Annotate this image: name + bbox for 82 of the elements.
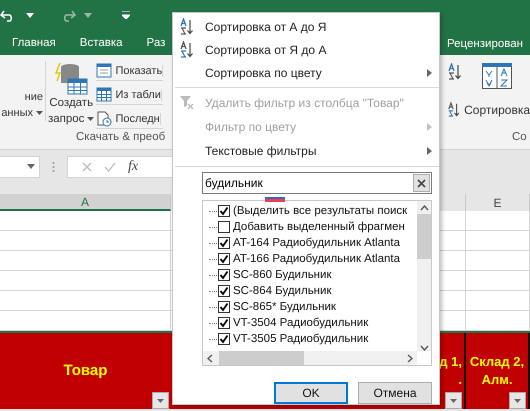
checkbox[interactable]	[218, 221, 230, 233]
ribbon-tab[interactable]: Вставка	[80, 36, 123, 48]
cancel-button[interactable]: Отмена	[358, 382, 432, 404]
list-item[interactable]: (Выделить все результаты поиск	[203, 203, 417, 219]
menu-item[interactable]: Текстовые фильтры	[173, 139, 439, 163]
filter-dropdown-button[interactable]	[445, 392, 462, 409]
table-window-icon[interactable]	[96, 62, 112, 78]
caret-icon[interactable]	[36, 111, 43, 115]
ok-button[interactable]: OK	[274, 382, 348, 404]
list-item[interactable]: SC-865* Будильник	[203, 299, 417, 315]
ribbon-group-label: Скачать & преоб	[76, 131, 166, 143]
sort-descending-icon	[179, 41, 194, 58]
checkbox[interactable]	[218, 301, 230, 313]
header-cell-text: Товар	[64, 362, 108, 380]
ribbon-tab[interactable]: Рецензирован	[447, 38, 523, 50]
sort-ascending-icon[interactable]	[447, 63, 462, 80]
ribbon-button-label[interactable]: Последн	[115, 112, 161, 124]
sort-descending-icon[interactable]	[447, 101, 460, 118]
ribbon-tab[interactable]: Раз	[146, 36, 166, 48]
list-item[interactable]: Добавить выделенный фрагмен	[203, 219, 417, 235]
checkbox[interactable]	[218, 317, 230, 329]
close-icon	[417, 178, 426, 188]
submenu-arrow-icon	[427, 69, 432, 77]
sort-ascending-icon	[179, 18, 194, 35]
insert-function-button[interactable]: fx	[128, 158, 138, 174]
language-flag-icon	[265, 194, 285, 202]
grip-icon	[52, 160, 55, 172]
caret-icon[interactable]	[87, 117, 94, 121]
name-box[interactable]	[0, 156, 40, 178]
ribbon-button-label[interactable]: запрос	[48, 111, 84, 127]
sort-button[interactable]: Сортировка	[464, 102, 530, 116]
dropdown-icon[interactable]	[26, 12, 34, 18]
header-cell-text: Алм.	[482, 371, 512, 389]
menu-item[interactable]: Сортировка от Я до А	[173, 38, 439, 61]
ribbon-button-label[interactable]: Создать	[49, 95, 94, 111]
horizontal-scrollbar[interactable]	[203, 351, 417, 365]
scrollbar-thumb[interactable]	[219, 351, 304, 365]
list-item[interactable]: AT-164 Радиобудильник Atlanta	[203, 235, 417, 251]
ribbon-button-label[interactable]: анных	[1, 105, 33, 121]
check-icon[interactable]	[104, 162, 116, 172]
checkbox[interactable]	[218, 333, 230, 345]
filter-dropdown-button[interactable]	[152, 392, 169, 409]
menu-item[interactable]: Сортировка от А до Я	[173, 15, 439, 38]
customize-toolbar-icon[interactable]	[122, 11, 130, 19]
sort-dialog-icon[interactable]	[482, 63, 512, 89]
search-input[interactable]: будильник	[203, 176, 413, 190]
checkbox[interactable]	[218, 269, 230, 281]
scroll-left-icon[interactable]	[207, 354, 213, 362]
clear-search-button[interactable]	[413, 174, 430, 192]
header-cell-text: .	[458, 371, 462, 389]
document-clock-icon[interactable]	[96, 110, 112, 126]
filter-dropdown-button[interactable]	[509, 392, 526, 409]
checkbox[interactable]	[218, 205, 230, 217]
dropdown-icon[interactable]	[27, 164, 35, 169]
header-cell-text: д 1,	[439, 353, 462, 371]
dropdown-icon	[84, 12, 92, 18]
vertical-scrollbar[interactable]	[417, 201, 431, 351]
scroll-right-icon[interactable]	[407, 354, 413, 362]
ribbon-tab[interactable]: Главная	[12, 36, 56, 48]
submenu-arrow-icon	[427, 123, 432, 131]
list-item[interactable]: VT-3505 Радиобудильник	[203, 331, 417, 347]
ribbon-group-label: Со	[512, 131, 527, 143]
checkbox[interactable]	[218, 285, 230, 297]
clear-filter-icon	[179, 94, 195, 110]
submenu-arrow-icon	[427, 147, 432, 155]
checkbox[interactable]	[218, 253, 230, 265]
header-cell-text: Склад 2,	[470, 353, 524, 371]
table-icon[interactable]	[96, 86, 112, 102]
database-table-icon[interactable]	[54, 61, 88, 95]
ribbon-button-label[interactable]: ние	[24, 89, 43, 105]
list-item[interactable]: SC-864 Будильник	[203, 283, 417, 299]
ribbon-button-label[interactable]: Показать	[115, 64, 164, 76]
ribbon-button-label[interactable]: Из табли	[115, 88, 162, 100]
scrollbar-thumb[interactable]	[417, 214, 431, 259]
menu-item[interactable]: Сортировка по цвету	[173, 61, 439, 84]
list-item[interactable]: VT-3504 Радиобудильник	[203, 315, 417, 331]
column-header[interactable]: A	[0, 194, 171, 211]
list-item[interactable]: AT-166 Радиобудильник Atlanta	[203, 251, 417, 267]
checkbox[interactable]	[218, 237, 230, 249]
list-item[interactable]: SC-860 Будильник	[203, 267, 417, 283]
scroll-down-icon[interactable]	[420, 345, 428, 351]
scroll-up-icon[interactable]	[420, 205, 428, 211]
